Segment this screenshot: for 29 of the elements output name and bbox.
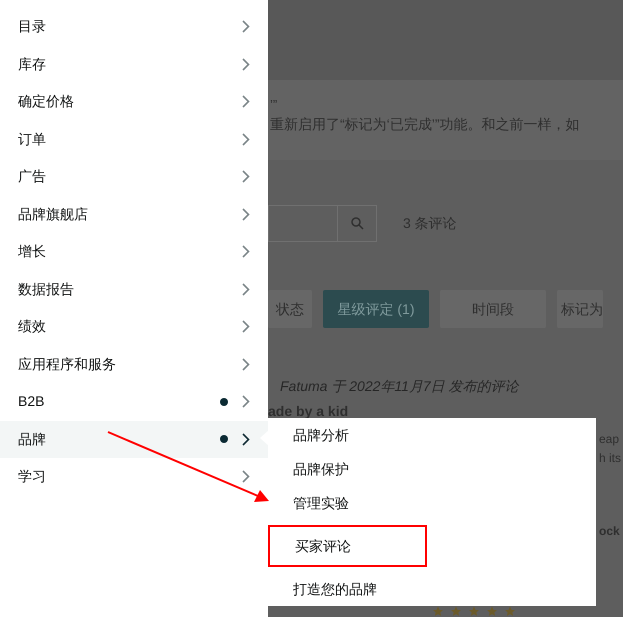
chevron-right-icon (242, 245, 250, 258)
star-icon (466, 606, 482, 617)
chevron-right-icon (242, 95, 250, 108)
star-icon (448, 606, 464, 617)
chevron-right-icon (242, 282, 250, 296)
chevron-right-icon (242, 58, 250, 71)
menu-item[interactable]: 品牌 (0, 420, 268, 458)
submenu-item[interactable]: 买家评论 (268, 524, 427, 568)
submenu-item[interactable]: 品牌分析 (268, 419, 596, 453)
star-icon (484, 606, 500, 617)
chevron-right-icon (242, 320, 250, 334)
chevron-right-icon (242, 470, 250, 484)
notice-text: ’” (270, 98, 278, 112)
submenu-item[interactable]: 打造您的品牌 (268, 572, 596, 606)
chevron-right-icon (242, 432, 250, 446)
chevron-right-icon (242, 208, 250, 221)
chevron-right-icon (242, 20, 250, 34)
star-icon (430, 606, 446, 617)
chevron-right-icon (242, 132, 250, 146)
submenu-item[interactable]: 品牌保护 (268, 452, 596, 486)
search-button[interactable] (338, 205, 377, 242)
chevron-right-icon (242, 395, 250, 408)
review-byline: Fatuma 于 2022年11月7日 发布的评论 (280, 377, 520, 396)
chevron-right-icon (242, 358, 250, 371)
search-field[interactable] (268, 205, 338, 242)
submenu-item[interactable]: 管理实验 (268, 486, 596, 520)
chevron-right-icon (242, 170, 250, 184)
star-icon (502, 606, 518, 617)
search-icon (350, 217, 364, 230)
